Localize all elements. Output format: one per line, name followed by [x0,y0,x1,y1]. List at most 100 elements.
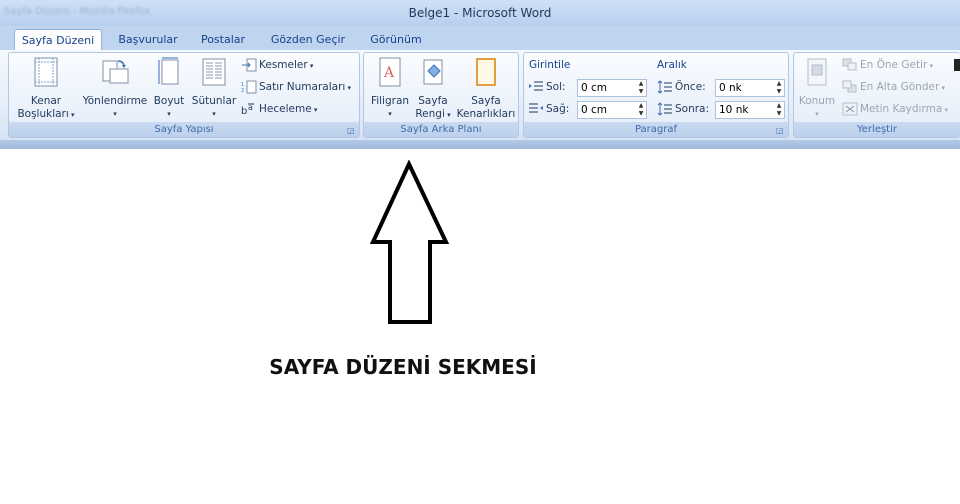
group-label-yerlestir: Yerleştir [794,122,960,137]
position-button[interactable]: Konum ▾ [796,57,838,121]
dropdown-arrow-icon: ▾ [815,110,819,118]
text-wrap-button[interactable]: Metin Kaydırma ▾ [842,99,948,119]
breaks-button[interactable]: Kesmeler ▾ [241,55,313,75]
line-numbers-icon: 12 [241,80,257,94]
watermark-icon: A [379,57,401,87]
spacing-title: Aralık [657,59,687,71]
spacing-after-value: 10 nk [719,104,749,116]
spinner-arrows-icon[interactable]: ▲ ▼ [636,80,646,96]
margins-label-2: Boşlukları [17,108,69,120]
orientation-label: Yönlendirme [82,95,148,107]
text-wrap-label: Metin Kaydırma [860,103,943,115]
indent-right-value: 0 cm [581,104,608,116]
spacing-after-icon [657,102,672,116]
window-title: Belge1 - Microsoft Word [408,6,552,20]
tab-postalar[interactable]: Postalar [192,29,254,50]
group-sayfa-yapisi: Kenar Boşlukları ▾ Yönlendirme ▾ Boyut ▾ [8,52,360,138]
send-back-label: En Alta Gönder [860,81,940,93]
page-borders-label-2: Kenarlıkları [456,108,516,120]
indent-title: Girintile [529,59,571,71]
margins-button[interactable]: Kenar Boşlukları ▾ [13,57,79,122]
breaks-label: Kesmeler [259,59,308,71]
spacing-before-label: Önce: [675,81,706,93]
columns-button[interactable]: Sütunlar ▾ [189,57,239,121]
watermark-label: Filigran [370,95,410,107]
spacing-before-value: 0 nk [719,82,742,94]
tab-basvurular[interactable]: Başvurular [110,29,186,50]
spacing-after-label: Sonra: [675,103,710,115]
spacing-before-icon [657,80,672,94]
indent-left-icon [529,81,543,91]
ribbon-tab-bar: Sayfa Düzeni Başvurular Postalar Gözden … [0,26,960,50]
dropdown-arrow-icon: ▾ [68,111,75,119]
position-icon [807,58,827,86]
columns-label: Sütunlar [191,95,237,107]
spinner-arrows-icon[interactable]: ▲ ▼ [774,102,784,118]
group-yerlestir: Konum ▾ En Öne Getir ▾ En Alta Gönder ▾ … [793,52,960,138]
indent-right-label: Sağ: [546,103,570,115]
dropdown-arrow-icon: ▾ [311,106,318,114]
dropdown-arrow-icon: ▾ [444,111,451,119]
margins-label-1: Kenar [30,95,62,107]
bring-front-icon [842,58,857,71]
up-arrow-icon [368,159,452,326]
page-borders-icon [476,58,496,86]
page-size-icon [158,57,179,85]
orientation-icon [102,60,129,84]
dropdown-arrow-icon: ▾ [388,110,392,118]
page-color-button[interactable]: Sayfa Rengi ▾ [412,57,454,122]
group-label-sayfa-arka-plani: Sayfa Arka Planı [364,122,518,137]
group-label-sayfa-yapisi: Sayfa Yapısı [9,122,359,137]
dropdown-arrow-icon: ▾ [939,84,946,92]
tab-gorunum[interactable]: Görünüm [362,29,430,50]
position-label: Konum [798,95,836,107]
size-label: Boyut [153,95,185,107]
watermark-button[interactable]: A Filigran ▾ [366,57,414,121]
dropdown-arrow-icon: ▾ [942,106,949,114]
indent-left-label: Sol: [546,81,566,93]
spacing-before-label-wrap: Önce: [657,77,706,97]
spinner-arrows-icon[interactable]: ▲ ▼ [636,102,646,118]
dropdown-arrow-icon: ▾ [212,110,216,118]
hyphenation-label: Heceleme [259,103,312,115]
spacing-after-input[interactable]: 10 nk ▲ ▼ [715,101,785,119]
dropdown-arrow-icon: ▾ [167,110,171,118]
indent-right-input[interactable]: 0 cm ▲ ▼ [577,101,647,119]
spacing-after-label-wrap: Sonra: [657,99,709,119]
indent-right-icon [529,103,543,113]
tab-sayfa-duzeni[interactable]: Sayfa Düzeni [14,29,102,50]
indent-left-input[interactable]: 0 cm ▲ ▼ [577,79,647,97]
bring-front-button[interactable]: En Öne Getir ▾ [842,55,933,75]
size-button[interactable]: Boyut ▾ [149,57,189,121]
dialog-launcher-icon[interactable]: ◲ [776,126,785,135]
group-sayfa-arka-plani: A Filigran ▾ Sayfa Rengi ▾ Sayfa Kenarlı… [363,52,519,138]
page-color-label-2: Rengi [415,108,445,120]
text-wrap-icon [842,102,858,116]
dropdown-arrow-icon: ▾ [345,84,352,92]
dropdown-arrow-icon: ▾ [307,62,314,70]
line-numbers-label: Satır Numaraları [259,81,346,93]
page-borders-button[interactable]: Sayfa Kenarlıkları [456,57,516,121]
page-borders-label-1: Sayfa [471,95,501,107]
tab-gozden-gecir[interactable]: Gözden Geçir [262,29,354,50]
indent-right-label-wrap: Sağ: [528,99,569,119]
svg-text:b: b [241,106,247,116]
page-break-icon [242,58,257,72]
caption-text: SAYFA DÜZENİ SEKMESİ [269,355,537,379]
dialog-launcher-icon[interactable]: ◲ [347,126,356,135]
group-label-paragraf: Paragraf [524,122,788,137]
indent-left-label-wrap: Sol: [528,77,566,97]
bring-front-label: En Öne Getir [860,59,928,71]
spinner-arrows-icon[interactable]: ▲ ▼ [774,80,784,96]
ribbon-bottom-strip [0,140,960,149]
cut-off-icon [954,59,960,71]
orientation-button[interactable]: Yönlendirme ▾ [79,57,151,121]
paint-bucket-icon [423,59,443,85]
hyphenation-icon: ba [241,103,254,116]
hyphenation-button[interactable]: b a Heceleme ▾ [241,99,317,119]
spacing-before-input[interactable]: 0 nk ▲ ▼ [715,79,785,97]
line-numbers-button[interactable]: 1 2 Satır Numaraları ▾ [241,77,351,97]
group-paragraf: Girintile Sol: 0 cm ▲ ▼ Sağ: 0 cm ▲ ▼ Aralık… [523,52,789,138]
send-back-button[interactable]: En Alta Gönder ▾ [842,77,945,97]
page-color-label-1: Sayfa [418,95,448,107]
